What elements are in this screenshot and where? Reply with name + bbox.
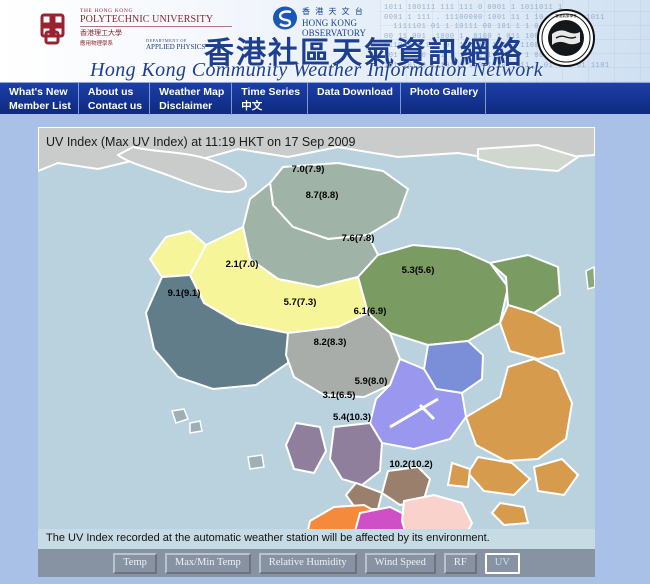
uv-value-label: 6.1(6.9) <box>354 306 387 317</box>
uv-value-label: 5.3(5.6) <box>402 265 435 276</box>
weather-map-page: 1011 100111 111 111 0 0001 1 1011011 1 00… <box>0 0 650 584</box>
uv-value-label: 3.1(6.5) <box>323 390 356 401</box>
uv-value-label: 8.7(8.8) <box>306 190 339 201</box>
nav-column-6: Photo Gallery <box>401 83 487 115</box>
hko-swirl-icon <box>272 6 298 30</box>
uv-value-label: 7.6(7.8) <box>342 233 375 244</box>
button-max-min-temp[interactable]: Max/Min Temp <box>164 553 251 574</box>
nav-link-what-s-new[interactable]: What's New <box>9 85 71 99</box>
nav-column-1: What's New Member List <box>0 83 79 115</box>
nav-link-data-download[interactable]: Data Download <box>317 85 393 99</box>
uv-value-label: 9.1(9.1) <box>168 288 201 299</box>
map-footnote: The UV Index recorded at the automatic w… <box>38 529 595 549</box>
nav-column-2: About us Contact us <box>79 83 151 115</box>
uv-value-label: 5.7(7.3) <box>284 297 317 308</box>
island-east-1 <box>585 265 595 290</box>
globe-seal-icon: 香港氣象學會 <box>536 8 596 68</box>
polyu-knot-icon <box>38 10 76 48</box>
applied-physics-dept: DEPARTMENT OF APPLIED PHYSICS <box>146 38 205 51</box>
nav-column-4: Time Series 中文 <box>232 83 309 115</box>
button-relative-humidity[interactable]: Relative Humidity <box>258 553 357 574</box>
measurement-button-bar: Temp Max/Min Temp Relative Humidity Wind Sp… <box>38 549 595 577</box>
button-wind-speed[interactable]: Wind Speed <box>364 553 436 574</box>
nav-link-member-list[interactable]: Member List <box>9 99 71 113</box>
map-title: UV Index (Max UV Index) at 11:19 HKT on … <box>46 135 356 149</box>
nav-link-chinese[interactable]: 中文 <box>241 99 300 113</box>
nav-link-about-us[interactable]: About us <box>88 85 142 99</box>
svg-text:香港氣象學會: 香港氣象學會 <box>555 13 577 18</box>
nav-link-contact-us[interactable]: Contact us <box>88 99 142 113</box>
nav-column-3: Weather Map Disclaimer <box>150 83 233 115</box>
map-panel: 7.0(7.9) 8.7(8.8) 7.6(7.8) 2.1(7.0) 9.1(9.1)… <box>38 127 595 577</box>
uv-value-label: 5.9(8.0) <box>355 376 388 387</box>
polyu-line2: POLYTECHNIC UNIVERSITY <box>80 14 232 27</box>
nav-column-5: Data Download <box>308 83 401 115</box>
uv-value-label: 2.1(7.0) <box>226 259 259 270</box>
uv-value-label: 7.0(7.9) <box>292 164 325 175</box>
nav-link-weather-map[interactable]: Weather Map <box>159 85 224 99</box>
button-temp[interactable]: Temp <box>113 553 157 574</box>
uv-index-map[interactable]: 7.0(7.9) 8.7(8.8) 7.6(7.8) 2.1(7.0) 9.1(9.1)… <box>38 127 595 529</box>
site-header-banner: 1011 100111 111 111 0 0001 1 1011011 1 00… <box>0 0 650 82</box>
site-title-english: Hong Kong Community Weather Information … <box>90 59 544 81</box>
nav-link-time-series[interactable]: Time Series <box>241 85 300 99</box>
uv-value-label: 8.2(8.3) <box>314 337 347 348</box>
uv-value-label: 10.2(10.2) <box>389 459 432 470</box>
button-rf[interactable]: RF <box>443 553 477 574</box>
island-small-3 <box>247 454 265 470</box>
hko-line-zh: 香 港 天 文 台 <box>302 7 365 16</box>
nav-link-photo-gallery[interactable]: Photo Gallery <box>410 85 478 99</box>
main-navigation: What's New Member List About us Contact us W… <box>0 82 650 115</box>
uv-value-label: 5.4(10.3) <box>333 412 371 423</box>
nav-link-disclaimer[interactable]: Disclaimer <box>159 99 224 113</box>
island-small-2 <box>189 420 203 434</box>
button-uv[interactable]: UV <box>484 553 520 574</box>
dept-line2: APPLIED PHYSICS <box>146 43 206 51</box>
